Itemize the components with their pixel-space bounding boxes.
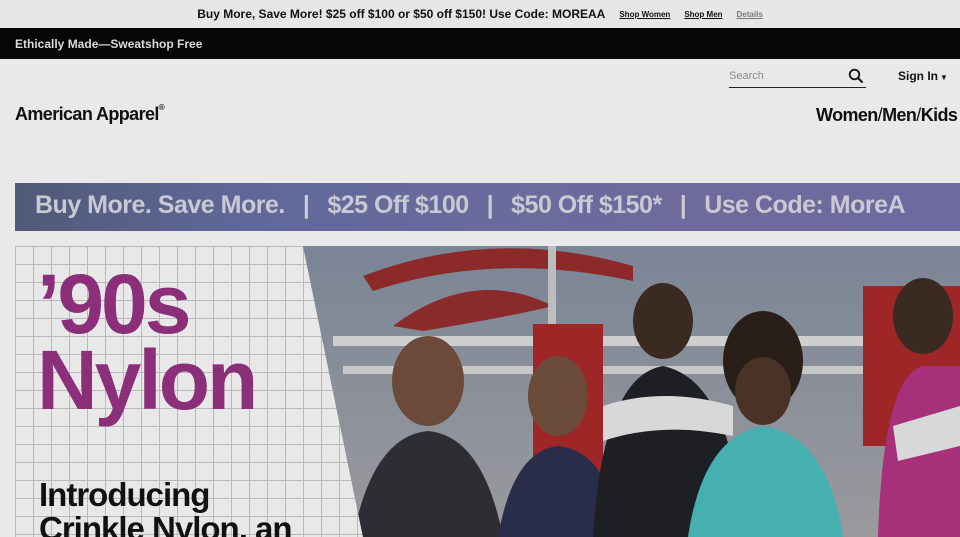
- search-icon[interactable]: [848, 68, 864, 84]
- nav-men[interactable]: Men: [882, 105, 917, 125]
- banner-part-3: $50 Off $150*: [511, 191, 662, 219]
- promo-banner[interactable]: Buy More. Save More. | $25 Off $100 | $50 Of…: [15, 183, 960, 231]
- search-box: [729, 66, 866, 88]
- banner-divider: |: [486, 191, 494, 219]
- shop-men-link[interactable]: Shop Men: [684, 10, 722, 19]
- hero-title-line-2: Nylon: [37, 333, 258, 427]
- caret-down-icon: ▼: [940, 73, 948, 82]
- banner-part-4: Use Code: MoreA: [704, 191, 906, 219]
- tagline-text: Ethically Made—Sweatshop Free: [15, 36, 203, 51]
- site-header: Sign In▼ American Apparel® Women/Men/Kid…: [0, 59, 960, 183]
- nav-kids[interactable]: Kids: [921, 105, 958, 125]
- tagline-bar: Ethically Made—Sweatshop Free: [0, 28, 960, 59]
- banner-divider: |: [302, 191, 310, 219]
- promo-bar: Buy More, Save More! $25 off $100 or $50…: [0, 0, 960, 28]
- gender-nav: Women/Men/Kids: [816, 105, 958, 126]
- hero-title-line-1: ’90s: [37, 257, 192, 351]
- hero-photo: [303, 246, 960, 537]
- hero-subtitle-line-2: Crinkle Nylon, an: [39, 510, 293, 537]
- hero-section[interactable]: ’90s Nylon Introducing Crinkle Nylon, an: [15, 246, 960, 537]
- hero-subtitle: Introducing Crinkle Nylon, an: [39, 476, 293, 537]
- sign-in-menu[interactable]: Sign In ▼: [898, 69, 948, 83]
- banner-part-1: Buy More. Save More.: [35, 191, 285, 219]
- logo[interactable]: American Apparel®: [15, 103, 165, 125]
- search-input[interactable]: [729, 66, 839, 86]
- sign-in-label: Sign In: [898, 69, 938, 83]
- logo-text: American Apparel: [15, 104, 159, 124]
- shop-women-link[interactable]: Shop Women: [619, 10, 670, 19]
- banner-text: Buy More. Save More. | $25 Off $100 | $50 Of…: [35, 191, 906, 220]
- registered-mark: ®: [158, 103, 165, 112]
- promo-text: Buy More, Save More! $25 off $100 or $50…: [197, 7, 606, 21]
- hero-subtitle-line-1: Introducing: [39, 476, 210, 513]
- banner-part-2: $25 Off $100: [327, 191, 469, 219]
- hero-title: ’90s Nylon: [37, 257, 258, 427]
- details-link[interactable]: Details: [737, 10, 763, 19]
- banner-divider: |: [679, 191, 687, 219]
- nav-women[interactable]: Women: [816, 105, 878, 125]
